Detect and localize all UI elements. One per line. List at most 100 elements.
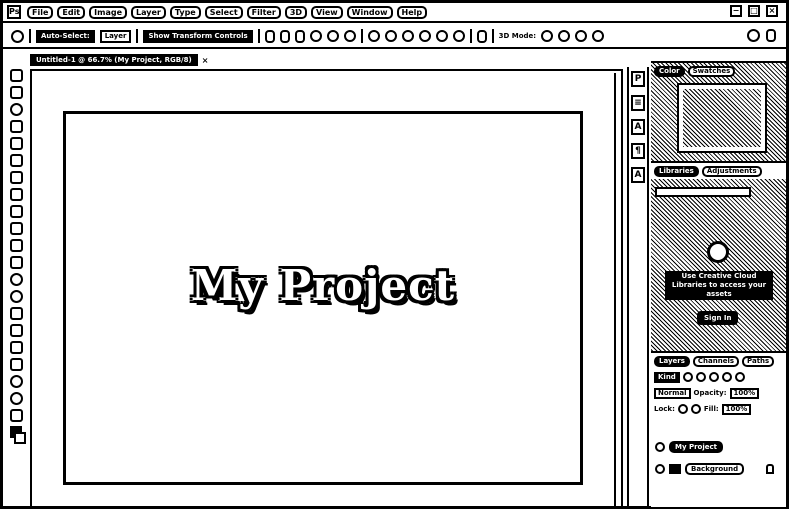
- library-dropdown[interactable]: [655, 187, 751, 197]
- tab-channels[interactable]: Channels: [692, 355, 740, 367]
- maximize-button[interactable]: □: [748, 5, 760, 17]
- tab-color[interactable]: Color: [654, 65, 685, 77]
- distribute-top-icon[interactable]: [367, 30, 380, 42]
- type-tool-icon[interactable]: [9, 324, 23, 337]
- photoshop-window: Ps File Edit Image Layer Type Select Fil…: [0, 0, 789, 509]
- eraser-tool-icon[interactable]: [9, 239, 23, 252]
- hand-tool-icon[interactable]: [9, 375, 23, 388]
- lasso-tool-icon[interactable]: [9, 103, 23, 116]
- menu-filter[interactable]: Filter: [246, 5, 281, 19]
- artboard[interactable]: My Project: [63, 111, 583, 485]
- character-panel-icon[interactable]: A: [631, 119, 645, 135]
- gradient-tool-icon[interactable]: [9, 256, 23, 269]
- fill-field[interactable]: 100%: [721, 403, 752, 415]
- shape-tool-icon[interactable]: [9, 358, 23, 371]
- 3d-rotate-icon[interactable]: [541, 30, 554, 42]
- filter-smart-icon[interactable]: [734, 372, 745, 382]
- layer-kind-filter[interactable]: Kind: [654, 371, 680, 383]
- menu-file[interactable]: File: [27, 5, 54, 19]
- history-panel-icon[interactable]: ≡: [631, 95, 645, 111]
- filter-type-icon[interactable]: [708, 372, 719, 382]
- layer-row[interactable]: My Project: [651, 437, 786, 457]
- sign-in-button[interactable]: Sign In: [697, 311, 739, 325]
- options-separator: [360, 29, 363, 43]
- menu-help[interactable]: Help: [396, 5, 428, 19]
- layer-name[interactable]: My Project: [669, 441, 723, 453]
- filter-adjustment-icon[interactable]: [695, 372, 706, 382]
- crop-tool-icon[interactable]: [9, 137, 23, 150]
- tab-swatches[interactable]: Swatches: [687, 65, 736, 77]
- align-hcenter-icon[interactable]: [326, 30, 339, 42]
- 3d-slide-icon[interactable]: [592, 30, 605, 42]
- blend-mode-select[interactable]: Normal: [654, 387, 691, 399]
- blur-tool-icon[interactable]: [9, 273, 23, 286]
- menu-view[interactable]: View: [311, 5, 343, 19]
- canvas-scrollbar[interactable]: [614, 73, 616, 507]
- history-brush-tool-icon[interactable]: [9, 222, 23, 235]
- menu-type[interactable]: Type: [169, 5, 201, 19]
- visibility-eye-icon[interactable]: [655, 442, 665, 452]
- minimize-button[interactable]: −: [730, 5, 742, 17]
- tab-layers[interactable]: Layers: [654, 355, 690, 367]
- 3d-pan-icon[interactable]: [575, 30, 588, 42]
- layer-name[interactable]: Background: [685, 463, 745, 475]
- dodge-tool-icon[interactable]: [9, 290, 23, 303]
- filter-pixel-icon[interactable]: [682, 372, 693, 382]
- move-tool-preset-icon[interactable]: [11, 29, 24, 43]
- menu-3d[interactable]: 3D: [284, 5, 308, 19]
- distribute-right-icon[interactable]: [452, 30, 465, 42]
- search-icon[interactable]: [747, 29, 760, 42]
- lock-pixels-icon[interactable]: [677, 404, 688, 414]
- canvas-title-text[interactable]: My Project: [191, 261, 455, 310]
- marquee-tool-icon[interactable]: [9, 86, 23, 99]
- eyedropper-tool-icon[interactable]: [9, 154, 23, 167]
- workspace-icon[interactable]: [766, 29, 776, 42]
- quick-select-tool-icon[interactable]: [9, 120, 23, 133]
- 3d-roll-icon[interactable]: [558, 30, 571, 42]
- stamp-tool-icon[interactable]: [9, 205, 23, 218]
- tab-paths[interactable]: Paths: [742, 355, 775, 367]
- align-left-icon[interactable]: [309, 30, 322, 42]
- visibility-eye-icon[interactable]: [655, 464, 665, 474]
- document-tab[interactable]: Untitled-1 @ 66.7% (My Project, RGB/8): [30, 54, 198, 66]
- background-color-swatch[interactable]: [14, 432, 26, 444]
- distribute-vcenter-icon[interactable]: [384, 30, 397, 42]
- tab-close-icon[interactable]: ×: [202, 56, 209, 65]
- layer-row[interactable]: Background: [651, 459, 786, 479]
- menu-image[interactable]: Image: [89, 5, 128, 19]
- layers-panel: Layers Channels Paths Kind Normal Opacit…: [651, 351, 786, 507]
- pen-tool-icon[interactable]: [9, 307, 23, 320]
- layer-select-dropdown[interactable]: Layer: [99, 29, 132, 43]
- distribute-hcenter-icon[interactable]: [435, 30, 448, 42]
- auto-select-checkbox[interactable]: Auto-Select:: [36, 29, 95, 43]
- color-picker-field[interactable]: [677, 83, 767, 153]
- menu-select[interactable]: Select: [204, 5, 243, 19]
- align-vcenter-icon[interactable]: [279, 29, 290, 43]
- auto-align-icon[interactable]: [476, 29, 487, 43]
- align-right-icon[interactable]: [343, 30, 356, 42]
- menu-layer[interactable]: Layer: [131, 5, 166, 19]
- filter-shape-icon[interactable]: [721, 372, 732, 382]
- show-transform-checkbox[interactable]: Show Transform Controls: [143, 29, 253, 43]
- tab-libraries[interactable]: Libraries: [654, 165, 699, 177]
- distribute-left-icon[interactable]: [418, 30, 431, 42]
- menu-window[interactable]: Window: [346, 5, 393, 19]
- move-tool-icon[interactable]: [9, 69, 23, 82]
- layer-filter-row: Kind: [651, 369, 786, 385]
- properties-panel-icon[interactable]: P: [631, 71, 645, 87]
- align-top-icon[interactable]: [264, 29, 275, 43]
- zoom-tool-icon[interactable]: [9, 392, 23, 405]
- lock-position-icon[interactable]: [690, 404, 701, 414]
- glyphs-panel-icon[interactable]: A: [631, 167, 645, 183]
- tab-adjustments[interactable]: Adjustments: [701, 165, 762, 177]
- edit-toolbar-icon[interactable]: [9, 409, 23, 422]
- close-window-button[interactable]: ×: [766, 5, 778, 17]
- brush-tool-icon[interactable]: [9, 188, 23, 201]
- opacity-field[interactable]: 100%: [729, 387, 760, 399]
- healing-tool-icon[interactable]: [9, 171, 23, 184]
- align-bottom-icon[interactable]: [294, 29, 305, 43]
- menu-edit[interactable]: Edit: [57, 5, 86, 19]
- path-select-tool-icon[interactable]: [9, 341, 23, 354]
- distribute-bottom-icon[interactable]: [401, 30, 414, 42]
- paragraph-panel-icon[interactable]: ¶: [631, 143, 645, 159]
